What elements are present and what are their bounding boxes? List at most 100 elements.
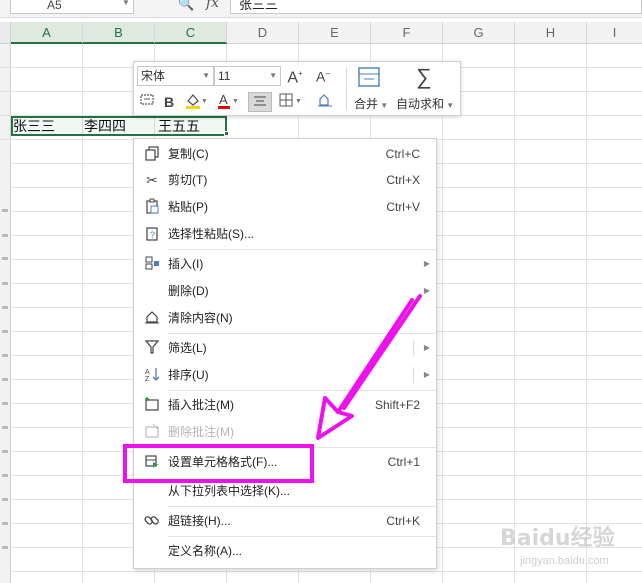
copy-icon <box>143 145 161 163</box>
svg-text:▼: ▼ <box>232 98 238 105</box>
column-header-a[interactable]: A <box>11 22 83 44</box>
row-divider <box>0 91 11 92</box>
row-divider <box>0 67 11 68</box>
cell-b5[interactable]: 李四四 <box>84 116 126 136</box>
menu-label: 排序(U) <box>168 368 209 382</box>
menu-label: 定义名称(A)... <box>168 544 242 558</box>
zoom-formula-icon[interactable]: 🔍 <box>178 0 194 12</box>
menu-item-filter[interactable]: 筛选(L) ▶ <box>134 335 436 361</box>
borders-icon[interactable]: ▼ <box>276 92 306 112</box>
merge-button[interactable]: 合并 ▼ <box>354 95 388 112</box>
row-number-mark <box>2 546 8 549</box>
fill-handle[interactable] <box>224 131 229 136</box>
select-all-corner[interactable] <box>0 22 11 44</box>
formula-bar: A5 ▼ 🔍 fx 张三三 <box>0 0 642 18</box>
row-divider <box>0 115 11 116</box>
svg-text:A: A <box>219 92 228 107</box>
watermark-url: jingyan.baidu.com <box>520 555 609 567</box>
column-header-f[interactable]: F <box>371 22 443 44</box>
submenu-arrow-icon: ▶ <box>423 259 430 268</box>
annotation-highlight-box <box>123 444 314 483</box>
submenu-arrow-icon: ▶ <box>423 286 430 295</box>
row-number-mark <box>2 522 8 525</box>
bold-icon[interactable]: B <box>160 92 178 112</box>
column-header-d[interactable]: D <box>227 22 299 44</box>
row-number-mark <box>2 306 8 309</box>
menu-item-insert[interactable]: 插入(I) ▶ <box>134 251 436 277</box>
menu-item-hyperlink[interactable]: 超链接(H)... Ctrl+K <box>134 508 436 534</box>
row-number-mark <box>2 498 8 501</box>
cell-c5[interactable]: 王五五 <box>158 116 200 136</box>
row-number-mark <box>2 402 8 405</box>
menu-item-cut[interactable]: ✂ 剪切(T) Ctrl+X <box>134 167 436 193</box>
eraser-icon <box>143 309 161 327</box>
column-header-h[interactable]: H <box>515 22 587 44</box>
menu-item-define-name[interactable]: 定义名称(A)... <box>134 538 436 564</box>
format-painter-icon[interactable] <box>137 92 157 112</box>
menu-item-delete-comment[interactable]: 删除批注(M) <box>134 419 436 445</box>
row-number-mark <box>2 426 8 429</box>
menu-separator <box>168 390 436 391</box>
menu-label: 剪切(T) <box>168 173 208 187</box>
column-header-i[interactable]: I <box>587 22 642 44</box>
column-header-e[interactable]: E <box>299 22 371 44</box>
menu-label: 插入批注(M) <box>168 398 234 412</box>
menu-item-paste[interactable]: 粘贴(P) Ctrl+V <box>134 194 436 220</box>
row-number-mark <box>2 282 8 285</box>
name-box-dropdown-icon[interactable]: ▼ <box>122 0 130 7</box>
fill-color-icon[interactable]: ▼ <box>182 92 208 112</box>
column-header-b[interactable]: B <box>83 22 155 44</box>
row-number-mark <box>2 474 8 477</box>
row-number-mark <box>2 330 8 333</box>
align-center-icon[interactable] <box>248 92 272 112</box>
svg-text:▼: ▼ <box>295 98 302 105</box>
chevron-down-icon: ▼ <box>269 71 277 80</box>
chevron-down-icon: ▼ <box>202 71 210 80</box>
sort-icon: AZ <box>143 366 161 384</box>
menu-item-sort[interactable]: AZ 排序(U) ▶ <box>134 362 436 388</box>
watermark-logo: Baidu经验 <box>500 526 615 551</box>
row-number-mark <box>2 257 8 260</box>
menu-shortcut: Ctrl+V <box>386 200 420 214</box>
svg-text:A: A <box>145 369 150 376</box>
menu-item-paste-special[interactable]: ? 选择性粘贴(S)... <box>134 221 436 247</box>
merge-cells-icon[interactable] <box>356 66 382 90</box>
fx-icon[interactable]: fx <box>206 0 219 11</box>
increase-font-icon[interactable]: A+ <box>284 64 306 86</box>
paste-icon <box>143 198 161 216</box>
font-name-select[interactable]: 宋体 ▼ <box>137 66 214 86</box>
add-comment-icon <box>143 396 161 414</box>
menu-shortcut: Ctrl+K <box>386 514 420 528</box>
menu-separator <box>168 333 436 334</box>
row-number-mark <box>2 450 8 453</box>
menu-label: 插入(I) <box>168 257 204 271</box>
menu-item-delete[interactable]: 删除(D) ▶ <box>134 278 436 304</box>
menu-item-insert-comment[interactable]: 插入批注(M) Shift+F2 <box>134 392 436 418</box>
row-number-mark <box>2 378 8 381</box>
font-size-value: 11 <box>218 69 231 83</box>
autosum-button[interactable]: 自动求和 ▼ <box>396 95 454 112</box>
column-header-g[interactable]: G <box>443 22 515 44</box>
menu-label: 超链接(H)... <box>168 514 231 528</box>
menu-item-copy[interactable]: 复制(C) Ctrl+C <box>134 141 436 167</box>
cell-a5[interactable]: 张三三 <box>13 116 55 136</box>
column-header-c[interactable]: C <box>155 22 227 44</box>
menu-label: 筛选(L) <box>168 341 207 355</box>
name-box[interactable]: A5 <box>10 0 134 14</box>
decrease-font-icon[interactable]: A− <box>312 64 334 85</box>
svg-text:▼: ▼ <box>201 98 206 105</box>
font-size-select[interactable]: 11 ▼ <box>214 66 281 86</box>
row-headers[interactable] <box>0 44 11 583</box>
formula-input[interactable]: 张三三 <box>230 0 642 14</box>
menu-item-clear-contents[interactable]: 清除内容(N) <box>134 305 436 331</box>
sum-icon[interactable]: ∑ <box>410 64 438 90</box>
svg-text:Z: Z <box>145 376 150 382</box>
menu-label: 粘贴(P) <box>168 200 208 214</box>
clear-format-icon[interactable] <box>314 92 336 112</box>
font-color-icon[interactable]: A ▼ <box>214 92 240 112</box>
paste-special-icon: ? <box>143 225 161 243</box>
merge-label: 合并 <box>354 97 379 111</box>
mini-toolbar: 宋体 ▼ 11 ▼ A+ A− B ▼ A ▼ ▼ 合并 ▼ ∑ 自动求和 ▼ <box>133 61 461 116</box>
link-icon <box>143 512 161 530</box>
menu-shortcut: Ctrl+C <box>385 147 420 161</box>
